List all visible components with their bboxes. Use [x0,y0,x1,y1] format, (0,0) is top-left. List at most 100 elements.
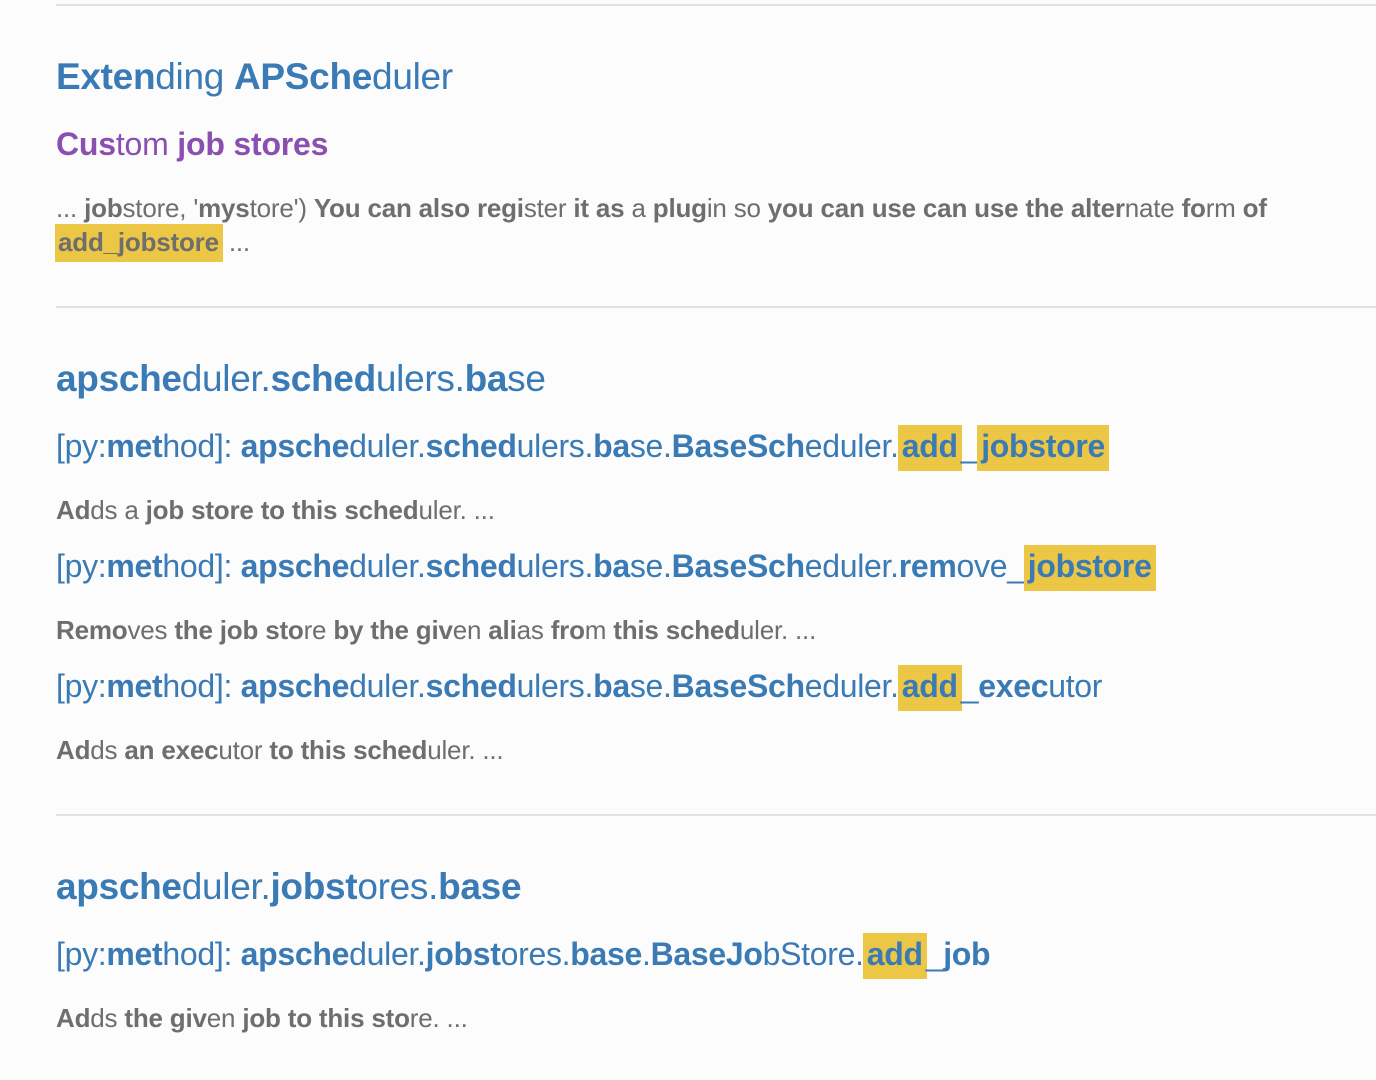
text-segment: as [516,615,551,645]
text-segment [163,1003,170,1033]
highlight-match: add [897,665,962,711]
text-segment: [py: [56,428,107,464]
text-segment: job [219,615,259,645]
result-snippet-1a: ... jobstore, 'mystore') You can also re… [56,193,1267,224]
text-segment: base [438,866,522,907]
text-segment: met [106,936,163,972]
text-segment: use [974,193,1019,223]
text-segment [254,495,261,525]
text-segment: en [452,615,489,645]
text-segment: _ [960,668,979,704]
text-segment: met [106,668,163,704]
text-segment: [py: [56,936,107,972]
text-segment: [py: [56,668,107,704]
divider-1 [56,306,1376,308]
text-segment: ba [593,428,630,464]
text-segment [409,615,416,645]
text-segment: met [106,548,163,584]
method-link-add-executor[interactable]: [py:method]: apscheduler.schedulers.base… [56,665,1103,711]
text-segment: the [174,615,213,645]
text-segment: sched [270,358,376,399]
text-segment: duler. [349,668,426,704]
text-segment: it [573,193,589,223]
text-segment: ulers. [516,428,594,464]
text-segment: APSche [234,56,373,97]
text-segment: tore') [249,193,314,223]
text-segment: apsche [240,668,350,704]
text-segment: hod]: [162,936,241,972]
text-segment: ba [593,668,630,704]
method-link-remove-jobstore[interactable]: [py:method]: apscheduler.schedulers.base… [56,545,1156,591]
text-segment: uler. ... [427,735,504,765]
method-link-add-job[interactable]: [py:method]: apscheduler.jobstores.base.… [56,933,991,979]
text-segment: sched [425,548,517,584]
text-segment: exec [978,668,1049,704]
text-segment: ding [155,56,234,97]
text-segment [659,615,666,645]
text-segment: giv [169,1003,207,1033]
text-segment [346,735,353,765]
text-segment: exec [161,735,219,765]
text-segment: re [303,615,334,645]
text-segment: this [318,1003,365,1033]
text-segment: utor [1048,668,1103,704]
text-segment [285,495,292,525]
text-segment: ulers. [516,548,594,584]
text-segment: eduler. [804,428,899,464]
text-segment: ster [523,193,574,223]
text-segment [1064,193,1071,223]
text-segment: nate [1124,193,1182,223]
text-segment: job [145,495,185,525]
text-segment: in so [706,193,768,223]
text-segment: base [570,936,642,972]
text-segment: stores [233,126,329,162]
text-segment: eduler. [804,668,899,704]
text-segment: hod]: [162,548,241,584]
text-segment: job [84,193,123,223]
text-segment: ... [56,193,85,223]
text-segment [312,1003,319,1033]
text-segment: se. [629,668,672,704]
method-link-add-jobstore[interactable]: [py:method]: apscheduler.schedulers.base… [56,425,1110,471]
highlight-match: add_jobstore [55,224,223,262]
text-segment [589,193,596,223]
text-segment: can [367,193,412,223]
text-segment: also [418,193,470,223]
text-segment: ds [90,735,125,765]
text-segment: eduler. [804,548,899,584]
text-segment: bStore. [762,936,864,972]
result-subtitle-custom-job-stores[interactable]: Custom job stores [56,126,328,163]
text-segment: rem [898,548,957,584]
text-segment: ali [488,615,517,645]
text-segment: re. ... [409,1003,468,1033]
text-segment: duler. [181,358,271,399]
text-segment: Remo [56,615,128,645]
text-segment: duler. [349,428,426,464]
result-title-2[interactable]: apscheduler.schedulers.base [56,358,546,400]
highlight-match: add [862,933,927,979]
text-segment: uler. ... [418,495,495,525]
text-segment: ba [593,548,630,584]
text-segment: duler. [181,866,271,907]
text-segment: apsche [56,866,182,907]
text-segment: ds a [90,495,146,525]
text-segment: sched [344,495,419,525]
text-segment: by [333,615,364,645]
text-segment: can [922,193,968,223]
result-title-3[interactable]: apscheduler.jobstores.base [56,866,522,908]
text-segment: of [1242,193,1267,223]
text-segment [213,615,220,645]
text-segment: BaseSch [671,428,805,464]
text-segment: utor [218,735,270,765]
method-snippet-add-executor: Adds an executor to this scheduler. ... [56,735,504,766]
highlight-match: add [897,425,962,471]
divider-top [56,4,1376,6]
text-segment: ores. [500,936,571,972]
highlight-match: jobstore [977,425,1110,471]
text-segment: Ad [56,1003,91,1033]
text-segment [865,193,872,223]
method-snippet-add-job: Adds the given job to this store. ... [56,1003,468,1034]
text-segment: apsche [240,428,350,464]
result-title-1[interactable]: Extending APScheduler [56,56,453,98]
text-segment: jobst [425,936,501,972]
